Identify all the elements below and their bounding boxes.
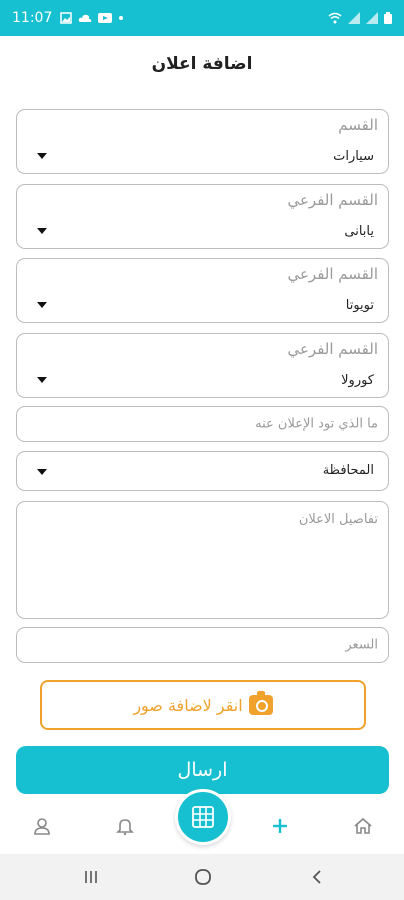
nav-home[interactable] [343, 814, 383, 838]
dropdown-arrow-icon [37, 469, 47, 475]
ad-title-placeholder: ما الذي تود الإعلان عنه [255, 416, 378, 432]
dropdown-arrow-icon [37, 377, 47, 383]
cloud-icon [79, 14, 92, 22]
profile-icon [34, 818, 50, 835]
subcategory1-label: القسم الفرعي [287, 191, 378, 209]
dropdown-arrow-icon [37, 228, 47, 234]
plus-icon [273, 819, 287, 833]
dropdown-arrow-icon [37, 153, 47, 159]
status-time: 11:07 [12, 10, 53, 26]
nav-notifications[interactable] [105, 814, 145, 838]
home-circle-icon [195, 869, 211, 885]
grid-icon [192, 806, 214, 828]
signal-icon [366, 12, 378, 24]
recents-button[interactable] [76, 866, 106, 888]
system-nav-bar [0, 854, 404, 900]
price-placeholder: السعر [345, 637, 378, 653]
subcategory3-label: القسم الفرعي [287, 340, 378, 358]
details-textarea[interactable]: تفاصيل الاعلان [16, 501, 389, 619]
subcategory2-label: القسم الفرعي [287, 265, 378, 283]
home-icon [354, 817, 372, 834]
recents-icon [85, 871, 97, 883]
page-title: اضافة اعلان [151, 54, 253, 74]
back-icon [312, 870, 321, 884]
bottom-nav [0, 789, 404, 854]
subcategory1-dropdown[interactable]: القسم الفرعي يابانى [16, 184, 389, 249]
subcategory2-value: تويوتا [345, 298, 374, 313]
dot-icon [119, 16, 124, 20]
nav-add-ad[interactable] [260, 814, 300, 838]
submit-button[interactable]: ارسال [16, 746, 389, 794]
battery-icon [384, 12, 392, 24]
wifi-icon [328, 12, 342, 24]
status-bar: 11:07 [0, 0, 404, 36]
details-placeholder: تفاصيل الاعلان [298, 512, 378, 527]
ad-title-input[interactable]: ما الذي تود الإعلان عنه [16, 406, 389, 442]
subcategory1-value: يابانى [344, 224, 374, 239]
subcategory2-dropdown[interactable]: القسم الفرعي تويوتا [16, 258, 389, 323]
category-value: سيارات [333, 149, 374, 164]
subcategory3-dropdown[interactable]: القسم الفرعي كورولا [16, 333, 389, 398]
youtube-icon [98, 13, 113, 23]
bell-icon [116, 819, 134, 835]
image-icon [60, 12, 73, 24]
category-label: القسم [338, 116, 378, 134]
dropdown-arrow-icon [37, 302, 47, 308]
governorate-value: المحافظة [322, 463, 374, 478]
subcategory3-value: كورولا [341, 373, 374, 388]
back-button[interactable] [302, 866, 332, 888]
submit-label: ارسال [177, 759, 228, 781]
price-input[interactable]: السعر [16, 627, 389, 663]
camera-icon [248, 691, 273, 715]
add-photos-button[interactable]: انقر لاضافة صور [40, 680, 366, 730]
add-photos-label: انقر لاضافة صور [133, 695, 243, 715]
governorate-dropdown[interactable]: المحافظة [16, 451, 389, 491]
category-dropdown[interactable]: القسم سيارات [16, 109, 389, 174]
nav-profile[interactable] [22, 814, 62, 838]
system-home-button[interactable] [188, 866, 218, 888]
categories-fab[interactable] [175, 789, 231, 845]
signal-icon [348, 12, 360, 24]
